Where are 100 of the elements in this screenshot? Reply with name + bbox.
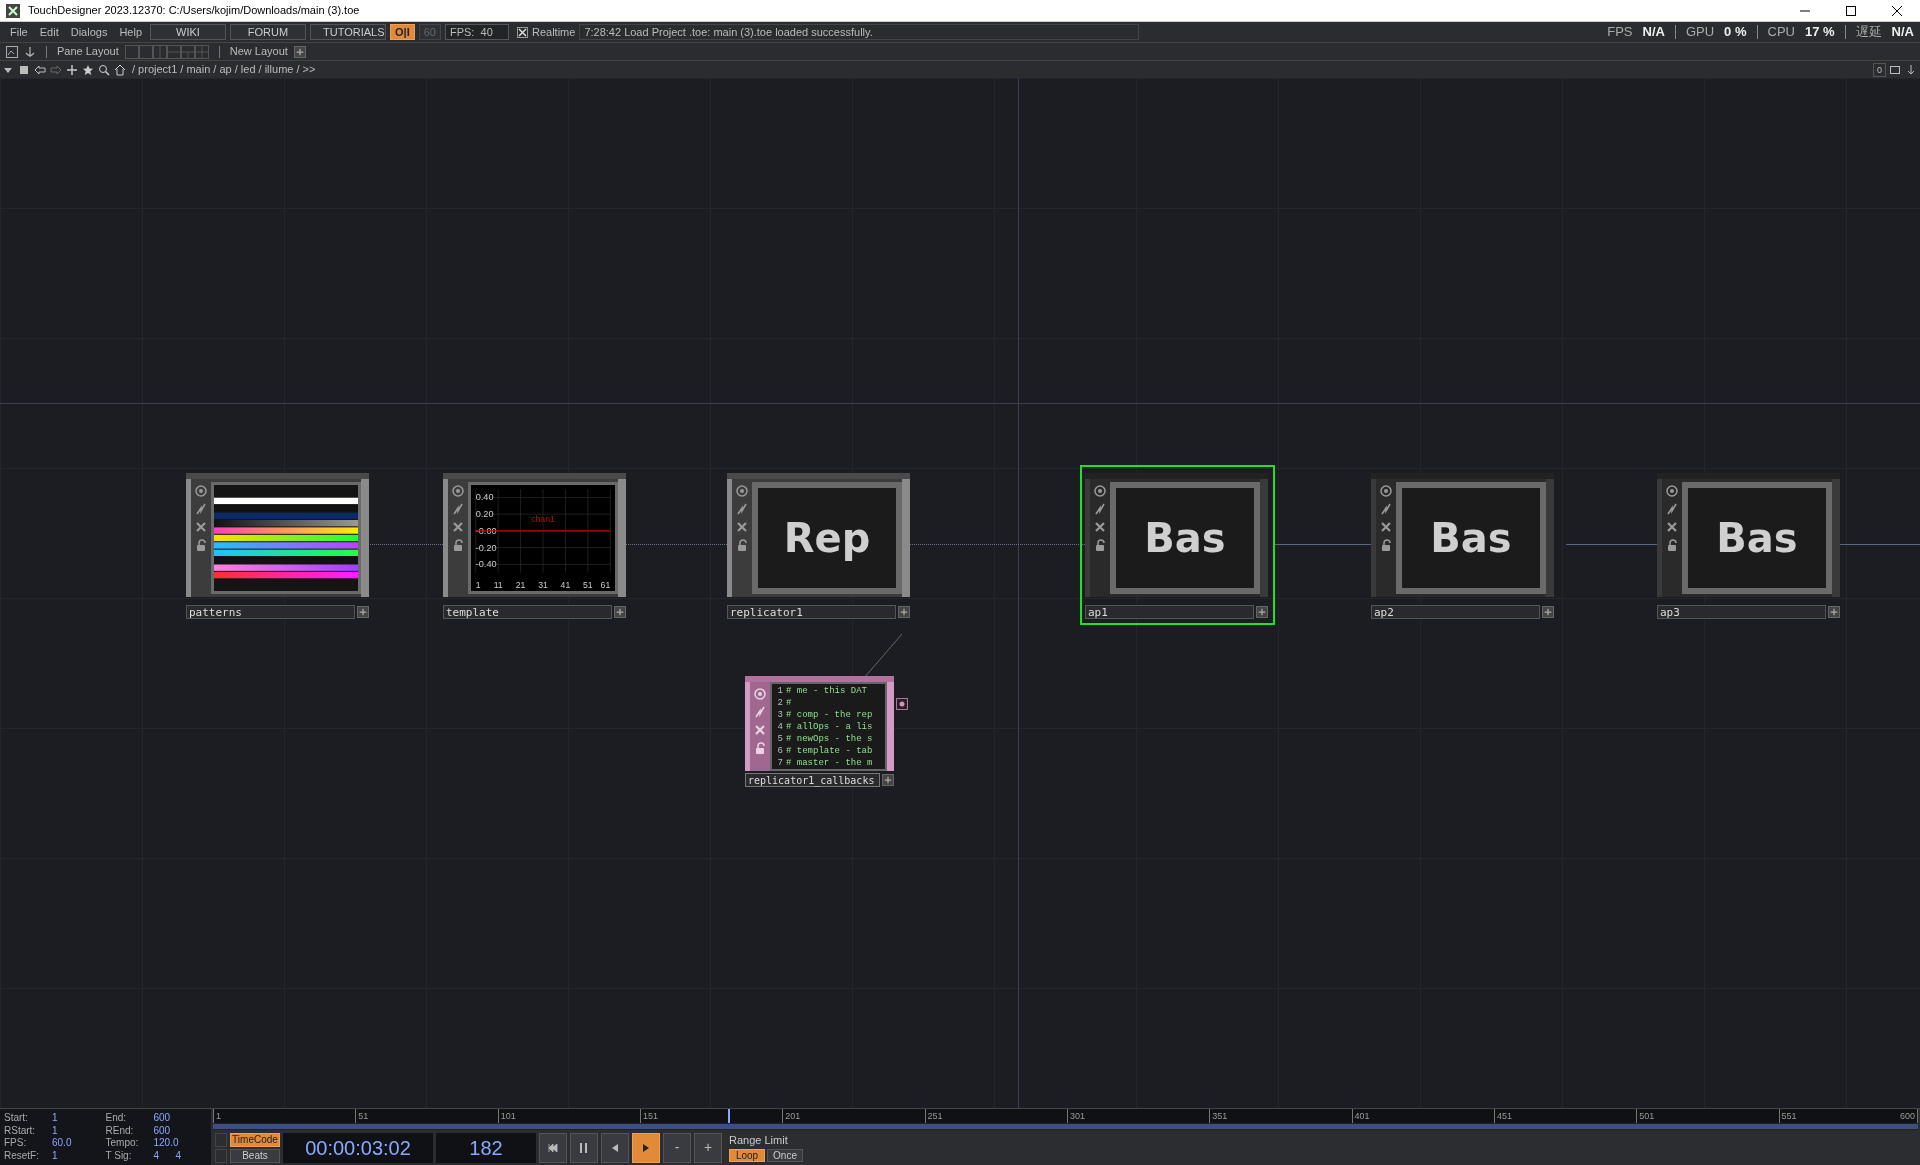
- operator-name[interactable]: template: [443, 605, 612, 619]
- lightning-icon[interactable]: [1094, 503, 1106, 515]
- viewer-toggle-icon[interactable]: [1094, 485, 1106, 497]
- info-value[interactable]: 600: [153, 1124, 174, 1137]
- line-number: 6: [776, 745, 783, 757]
- operator-type-label: Bas: [1430, 514, 1512, 563]
- x-tick-label: 31: [538, 579, 548, 590]
- bypass-icon[interactable]: [1094, 521, 1106, 533]
- perf-label: 遅延: [1855, 23, 1882, 42]
- info-value[interactable]: 600: [153, 1112, 174, 1125]
- plus-icon[interactable]: [293, 45, 306, 58]
- bypass-icon[interactable]: [1380, 521, 1392, 533]
- frame-field[interactable]: 182: [436, 1132, 536, 1163]
- lock-icon[interactable]: [1380, 539, 1392, 551]
- search-icon[interactable]: [98, 63, 110, 76]
- info-label: FPS:: [4, 1137, 28, 1150]
- info-value[interactable]: 1: [52, 1149, 72, 1162]
- playhead[interactable]: [727, 1109, 730, 1123]
- back-arrow-icon[interactable]: [34, 63, 46, 76]
- lock-icon[interactable]: [754, 742, 766, 754]
- plus-icon[interactable]: [898, 606, 910, 618]
- timecode-field[interactable]: 00:00:03:02: [283, 1132, 433, 1163]
- home-icon[interactable]: [114, 63, 126, 76]
- operator-name[interactable]: ap1: [1085, 605, 1254, 619]
- plus-icon[interactable]: [1828, 606, 1840, 618]
- step-button[interactable]: -: [663, 1132, 691, 1163]
- info-value[interactable]: 4: [175, 1149, 196, 1162]
- step-button[interactable]: +: [694, 1132, 722, 1163]
- lock-icon[interactable]: [452, 539, 464, 551]
- link-button[interactable]: TUTORIALS: [310, 24, 386, 40]
- operator-tile[interactable]: Bas: [1371, 473, 1554, 597]
- plus-icon[interactable]: [614, 606, 626, 618]
- time-mode-toggle[interactable]: TimeCode: [230, 1132, 280, 1147]
- star-icon[interactable]: [82, 63, 94, 76]
- lightning-icon[interactable]: [736, 503, 748, 515]
- info-label: RStart:: [4, 1124, 37, 1137]
- perf-value: N/A: [1891, 23, 1914, 42]
- toggle-button[interactable]: O|I: [390, 24, 415, 40]
- plus-icon[interactable]: [1256, 606, 1268, 618]
- operator-name[interactable]: replicator1_callbacks: [745, 773, 880, 787]
- x-tick-label: 61: [600, 579, 611, 590]
- line-number: 4: [776, 721, 783, 733]
- rewind-button[interactable]: [539, 1132, 567, 1163]
- viewer-toggle-icon[interactable]: [1380, 485, 1392, 497]
- bypass-icon[interactable]: [452, 521, 464, 533]
- lock-icon[interactable]: [1094, 539, 1106, 551]
- menu-item[interactable]: File: [6, 23, 32, 41]
- lightning-icon[interactable]: [452, 503, 464, 515]
- fps-field[interactable]: FPS: 40: [444, 24, 509, 40]
- operator-tile[interactable]: Bas: [1085, 473, 1268, 597]
- viewer-toggle-icon[interactable]: [195, 485, 207, 497]
- operator-tile[interactable]: Bas: [1657, 473, 1840, 597]
- realtime-checkbox[interactable]: [516, 26, 528, 38]
- operator-tile[interactable]: Rep: [727, 473, 910, 597]
- viewer-toggle-icon[interactable]: [1666, 485, 1678, 497]
- menu-item[interactable]: Help: [115, 23, 146, 41]
- pause-button[interactable]: [570, 1132, 598, 1163]
- stop-icon[interactable]: [18, 63, 30, 76]
- link-button[interactable]: FORUM: [230, 24, 306, 40]
- image-icon[interactable]: [6, 45, 18, 58]
- callback-port-icon[interactable]: [896, 698, 908, 710]
- lightning-icon[interactable]: [195, 503, 207, 515]
- link-button[interactable]: WIKI: [150, 24, 226, 40]
- network-path[interactable]: / project1 / main / ap / led / illume / >>: [132, 61, 316, 78]
- left-triangle-icon: [612, 1143, 618, 1152]
- bypass-icon[interactable]: [736, 521, 748, 533]
- info-value[interactable]: 1: [52, 1112, 72, 1125]
- operator-name[interactable]: patterns: [186, 605, 355, 619]
- line-number: 2: [776, 697, 783, 709]
- plus-icon[interactable]: [357, 606, 369, 618]
- plus-icon[interactable]: [1542, 606, 1554, 618]
- operator-name[interactable]: replicator1: [727, 605, 896, 619]
- operator-name[interactable]: ap3: [1657, 605, 1826, 619]
- bypass-icon[interactable]: [1666, 521, 1678, 533]
- viewer-toggle-icon[interactable]: [736, 485, 748, 497]
- x-tick-label: 51: [583, 579, 593, 590]
- operator-name[interactable]: ap2: [1371, 605, 1540, 619]
- lock-icon[interactable]: [195, 539, 207, 551]
- range-option[interactable]: Loop: [729, 1148, 765, 1162]
- operator-tile[interactable]: 1 # me - this DAT 2 # 3 # comp - the rep 4 # allOps - a lis 5 # newOps - the s 6 # template - tab 7 # master - the m: [745, 676, 894, 771]
- operator-tile[interactable]: [186, 473, 369, 597]
- lightning-icon[interactable]: [1666, 503, 1678, 515]
- viewer-toggle-icon[interactable]: [452, 485, 464, 497]
- bypass-icon[interactable]: [195, 521, 207, 533]
- plus-icon[interactable]: [882, 774, 894, 786]
- play-button[interactable]: [632, 1132, 660, 1163]
- operator-type-label: Bas: [1144, 514, 1226, 563]
- code-line: # comp - the rep: [786, 709, 873, 721]
- time-mode-toggle[interactable]: Beats: [230, 1148, 280, 1163]
- play-backward-button[interactable]: [601, 1132, 629, 1163]
- lock-icon[interactable]: [736, 539, 748, 551]
- range-option[interactable]: Once: [767, 1148, 803, 1162]
- menu-item[interactable]: Dialogs: [66, 23, 112, 41]
- info-label: REnd:: [105, 1124, 135, 1137]
- info-value[interactable]: 4: [153, 1149, 174, 1162]
- lock-icon[interactable]: [1666, 539, 1678, 551]
- info-value[interactable]: 60.0: [52, 1137, 72, 1150]
- menu-item[interactable]: Edit: [35, 23, 63, 41]
- info-value[interactable]: 1: [52, 1124, 72, 1137]
- lightning-icon[interactable]: [1380, 503, 1392, 515]
